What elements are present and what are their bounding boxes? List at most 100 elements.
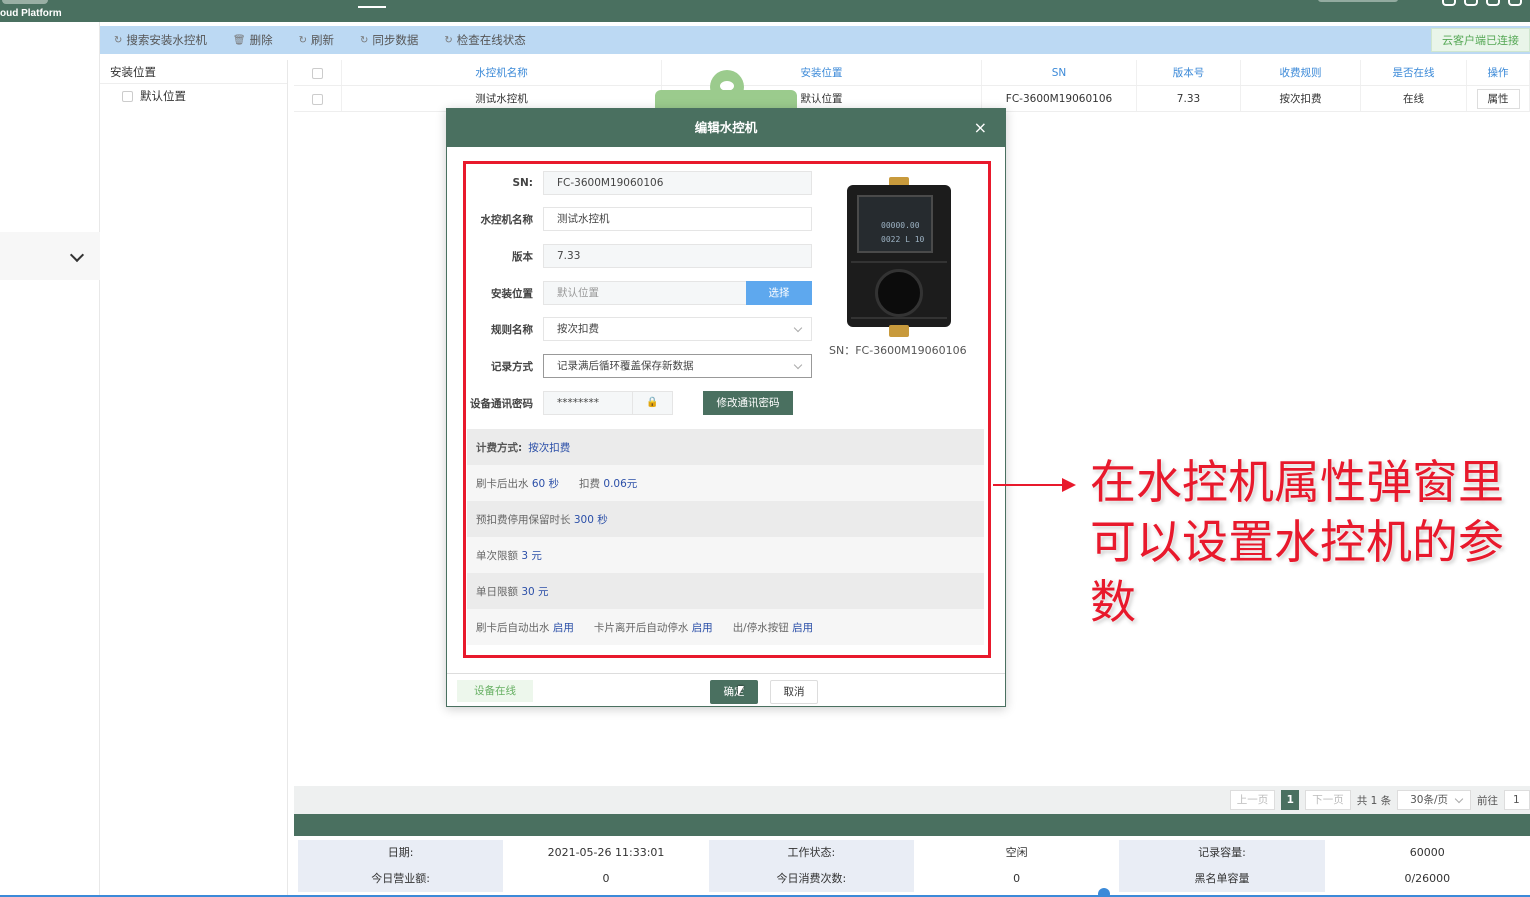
refresh-icon: ↻ xyxy=(359,34,369,46)
nav-item-selected[interactable] xyxy=(0,232,100,280)
location-tree: 安装位置 默认位置 xyxy=(100,60,288,897)
version-field: 7.33 xyxy=(543,244,812,268)
tree-header: 安装位置 xyxy=(100,60,287,84)
search-installed-button[interactable]: ↻ 搜索安装水控机 xyxy=(114,32,207,48)
refresh-button[interactable]: ↻ 刷新 xyxy=(299,32,334,48)
pagination: 上一页 1 下一页 共 1 条 30条/页 前往 1 xyxy=(1229,790,1530,810)
arrow-head-icon xyxy=(1062,478,1076,492)
status-cell: 0/26000 xyxy=(1324,866,1530,892)
current-page[interactable]: 1 xyxy=(1281,790,1300,810)
toolbar: ↻ 搜索安装水控机 🗑 删除 ↻ 刷新 ↻ 同步数据 ↻ 检查在线状态 云客户端已连接 xyxy=(100,26,1530,54)
modal-footer: 设备在线 确定 取消 xyxy=(447,673,1005,707)
status-cell: 黑名单容量 xyxy=(1119,866,1325,892)
top-icons xyxy=(1442,0,1522,6)
password-row: 设备通讯密码 ******** 🔒 修改通讯密码 xyxy=(467,391,793,415)
checkbox[interactable] xyxy=(312,67,323,79)
device-body: 00000.00 0022 L 10 xyxy=(847,185,951,327)
refresh-icon: ↻ xyxy=(298,34,307,46)
version-label: 版本 xyxy=(512,250,533,263)
billing-method-row: 计费方式: 按次扣费 xyxy=(467,429,984,465)
modal-clip-decoration xyxy=(655,70,797,114)
name-field[interactable]: 测试水控机 xyxy=(543,207,812,231)
status-table: 日期: 2021-05-26 11:33:01 工作状态: 空闲 记录容量: 6… xyxy=(298,840,1530,892)
active-tab-indicator xyxy=(358,6,386,8)
prev-page-button[interactable]: 上一页 xyxy=(1229,790,1276,810)
brand-logo xyxy=(2,0,48,4)
goto-page-input[interactable]: 1 xyxy=(1504,790,1530,810)
close-icon[interactable]: × xyxy=(974,109,987,147)
select-all-cell[interactable] xyxy=(294,60,342,85)
page-size-select[interactable]: 30条/页 xyxy=(1397,790,1471,810)
refresh-icon: ↻ xyxy=(444,34,453,46)
lock-icon: 🔒 xyxy=(633,391,673,415)
confirm-button[interactable]: 确定 xyxy=(710,680,758,704)
tree-item-default[interactable]: 默认位置 xyxy=(100,88,287,104)
record-mode-select[interactable]: 记录满后循环覆盖保存新数据 xyxy=(543,354,812,378)
auto-out-item: 刷卡后自动出水 启用 xyxy=(476,621,574,634)
next-page-button[interactable]: 下一页 xyxy=(1305,790,1351,810)
auto-options-row: 刷卡后自动出水 启用 卡片离开后自动停水 启用 出/停水按钮 启用 xyxy=(467,609,984,645)
hold-item: 预扣费停用保留时长 300 秒 xyxy=(476,513,608,526)
device-sn-caption: SN：FC-3600M19060106 xyxy=(829,344,967,357)
status-cell: 今日营业额: xyxy=(298,866,504,892)
name-label: 水控机名称 xyxy=(480,213,534,226)
refresh-icon: ↻ xyxy=(114,34,123,46)
device-image: 00000.00 0022 L 10 xyxy=(845,177,953,337)
cell-online: 在线 xyxy=(1361,86,1467,111)
trash-icon: 🗑 xyxy=(232,34,246,46)
lock-icon[interactable] xyxy=(1486,0,1500,6)
col-sn[interactable]: SN xyxy=(982,60,1137,85)
rule-label: 规则名称 xyxy=(491,323,533,336)
delete-button[interactable]: 🗑 删除 xyxy=(233,32,273,48)
hold-row: 预扣费停用保留时长 300 秒 xyxy=(467,501,984,537)
status-cell: 记录容量: xyxy=(1119,840,1325,866)
sync-data-button[interactable]: ↻ 同步数据 xyxy=(360,32,418,48)
help-icon[interactable] xyxy=(1464,0,1478,6)
status-cell: 0 xyxy=(913,866,1120,892)
password-field[interactable]: ******** xyxy=(543,391,633,415)
status-cell: 工作状态: xyxy=(708,840,914,866)
check-online-button[interactable]: ↻ 检查在线状态 xyxy=(444,32,525,48)
password-label: 设备通讯密码 xyxy=(470,397,533,410)
client-status-badge: 云客户端已连接 xyxy=(1431,28,1530,52)
annotation-arrow xyxy=(993,484,1065,486)
status-row: 今日营业额: 0 今日消费次数: 0 黑名单容量 0/26000 xyxy=(298,866,1530,892)
single-limit-item: 单次限额 3 元 xyxy=(476,549,542,562)
modal-header: 编辑水控机 × xyxy=(447,109,1005,147)
cell-rule: 按次扣费 xyxy=(1241,86,1361,111)
status-cell: 60000 xyxy=(1324,840,1530,866)
checkbox[interactable] xyxy=(122,90,133,102)
device-pipe xyxy=(889,325,909,337)
checkbox[interactable] xyxy=(312,93,323,105)
rule-select[interactable]: 按次扣费 xyxy=(543,317,812,341)
swipe-row: 刷卡后出水 60 秒 扣费 0.06元 xyxy=(467,465,984,501)
col-rule[interactable]: 收费规则 xyxy=(1241,60,1361,85)
row-select-cell[interactable] xyxy=(294,86,342,111)
location-field[interactable]: 默认位置 xyxy=(543,281,746,305)
top-bar: oud Platform xyxy=(0,0,1530,22)
properties-button[interactable]: 属性 xyxy=(1476,89,1520,109)
change-password-button[interactable]: 修改通讯密码 xyxy=(703,391,793,415)
water-button-item: 出/停水按钮 启用 xyxy=(732,621,814,634)
fullscreen-icon[interactable] xyxy=(1442,0,1456,6)
choose-location-button[interactable]: 选择 xyxy=(746,281,812,305)
deduct-item: 扣费 0.06元 xyxy=(579,477,638,490)
goto-label: 前往 xyxy=(1477,794,1498,807)
message-icon[interactable] xyxy=(1508,0,1522,6)
sn-row: SN: FC-3600M19060106 xyxy=(467,171,812,195)
device-online-badge: 设备在线 xyxy=(457,680,533,702)
col-name[interactable]: 水控机名称 xyxy=(342,60,662,85)
daily-limit-row: 单日限额 30 元 xyxy=(467,573,984,609)
single-limit-row: 单次限额 3 元 xyxy=(467,537,984,573)
col-version[interactable]: 版本号 xyxy=(1137,60,1241,85)
daily-limit-item: 单日限额 30 元 xyxy=(476,585,549,598)
device-ridge xyxy=(851,261,947,263)
col-online[interactable]: 是否在线 xyxy=(1361,60,1467,85)
cancel-button[interactable]: 取消 xyxy=(770,680,818,704)
device-table: 水控机名称 安装位置 SN 版本号 收费规则 是否在线 操作 测试水控机 默认位… xyxy=(294,60,1530,112)
billing-method-label: 计费方式: xyxy=(476,441,523,454)
status-cell: 今日消费次数: xyxy=(708,866,914,892)
user-info[interactable] xyxy=(1318,0,1398,2)
drag-handle[interactable] xyxy=(1098,888,1110,897)
device-screen: 00000.00 0022 L 10 xyxy=(857,195,933,253)
